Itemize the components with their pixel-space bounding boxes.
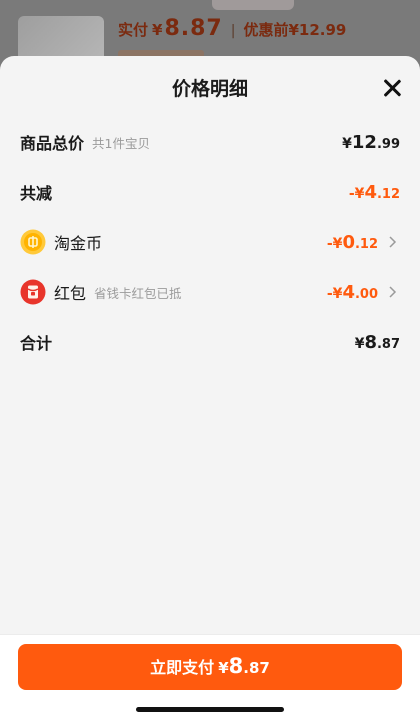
currency-symbol: ¥ (354, 335, 365, 352)
pay-amount: 8.87 (164, 16, 223, 41)
taojinbi-label: 淘金币 (54, 234, 103, 253)
chevron-right-icon (389, 286, 397, 298)
bottom-bar: 立即支付 ¥ 8 .87 (0, 634, 420, 720)
goods-total-label: 商品总价 (20, 134, 85, 153)
goods-total-amount: ¥ 12 .99 (342, 132, 400, 153)
row-red-envelope[interactable]: 红包 省钱卡红包已抵 -¥ 4 .00 (0, 272, 420, 312)
total-discount-amount: -¥ 4 .12 (349, 182, 400, 203)
amount-integer: 8 (364, 331, 377, 353)
sheet-title: 价格明细 (171, 78, 248, 100)
taojinbi-amount: -¥ 0 .12 (327, 232, 378, 253)
amount-decimal: .12 (354, 236, 378, 252)
currency-symbol: ¥ (152, 21, 163, 39)
currency-symbol: -¥ (326, 235, 343, 252)
row-goods-total: 商品总价 共1件宝贝 ¥ 12 .99 (0, 122, 420, 162)
red-envelope-amount: -¥ 4 .00 (327, 282, 378, 303)
amount-integer: 0 (342, 231, 355, 253)
currency-symbol: ¥ (342, 135, 352, 152)
amount-decimal: .12 (376, 186, 400, 202)
row-total-discount: 共减 -¥ 4 .12 (0, 172, 420, 212)
background-price: 实付 ¥ 8.87 | 优惠前 ¥12.99 (118, 16, 346, 48)
price-detail-sheet: 价格明细 商品总价 共1件宝贝 ¥ 12 .99 共减 -¥ 4 .12 淘金币… (0, 56, 420, 720)
amount-decimal: .00 (354, 286, 378, 302)
total-discount-label: 共减 (20, 184, 53, 203)
row-grand-total: 合计 ¥ 8 .87 (0, 322, 420, 362)
grand-total-amount: ¥ 8 .87 (355, 332, 400, 353)
amount-decimal: .87 (376, 336, 400, 352)
chevron-right-icon (389, 236, 397, 248)
original-price-label: 优惠前 (243, 21, 289, 39)
red-envelope-note: 省钱卡红包已抵 (94, 285, 182, 301)
red-envelope-icon (20, 279, 46, 305)
home-indicator (136, 707, 284, 712)
pay-now-label: 立即支付 (150, 658, 215, 677)
pay-amount-decimal: .87 (243, 659, 270, 677)
background-image (212, 0, 294, 10)
pay-label: 实付 (118, 21, 149, 39)
sheet-header: 价格明细 (0, 56, 420, 116)
goods-count: 共1件宝贝 (92, 135, 150, 151)
currency-symbol: -¥ (348, 185, 365, 202)
row-taojinbi[interactable]: 淘金币 -¥ 0 .12 (0, 222, 420, 262)
currency-symbol: -¥ (326, 285, 343, 302)
price-separator: | (230, 23, 236, 39)
amount-integer: 12 (351, 131, 377, 153)
currency-symbol: ¥ (218, 659, 229, 677)
pay-amount-integer: 8 (228, 654, 244, 678)
original-price: ¥12.99 (288, 21, 347, 39)
amount-integer: 4 (364, 181, 377, 203)
amount-integer: 4 (342, 281, 355, 303)
grand-total-label: 合计 (20, 334, 53, 353)
close-icon[interactable] (382, 78, 402, 98)
gold-coin-icon (20, 229, 46, 255)
red-envelope-label: 红包 (54, 284, 87, 303)
amount-decimal: .99 (376, 136, 400, 152)
pay-now-button[interactable]: 立即支付 ¥ 8 .87 (18, 644, 402, 690)
